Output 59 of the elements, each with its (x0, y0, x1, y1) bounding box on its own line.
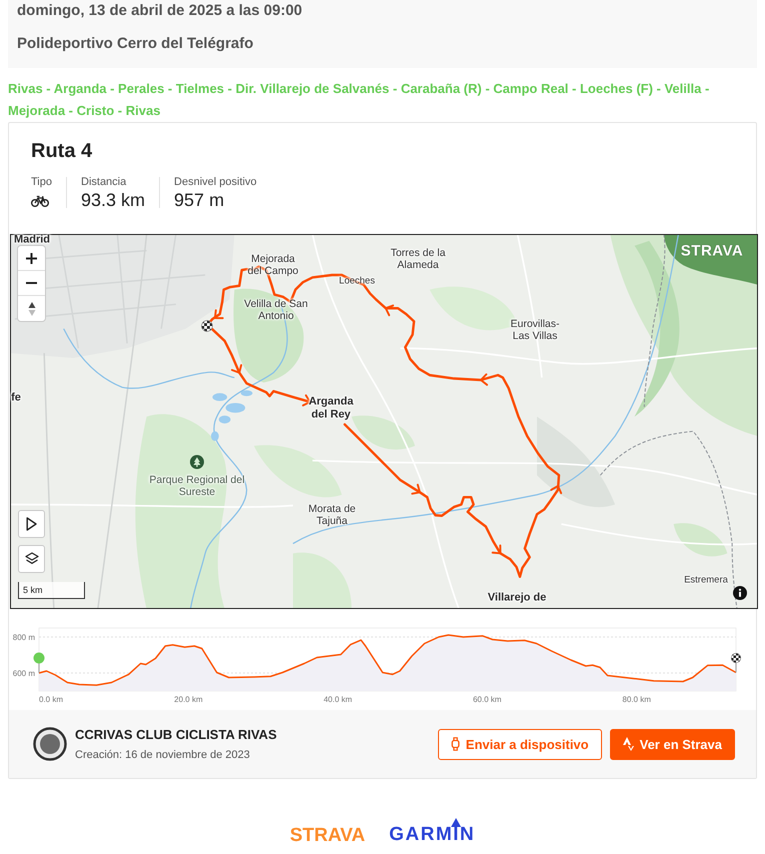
place-label: Torres de la Alameda (390, 246, 446, 272)
plus-icon (26, 252, 37, 264)
axis-label: 40.0 km (324, 695, 352, 704)
axis-label: 600 m (12, 669, 35, 678)
axis-label: 60.0 km (473, 695, 502, 704)
route-title: Ruta 4 (31, 139, 94, 163)
stat-value: 957 m (174, 189, 226, 211)
lake (218, 416, 231, 424)
layers-button[interactable] (18, 545, 45, 573)
place-label: Madrid (14, 234, 50, 246)
compass-button[interactable] (18, 296, 45, 321)
map-logo: STRAVA (680, 244, 744, 258)
strava-logo: STRAVA (290, 825, 366, 847)
stat-label: Desnivel positivo (174, 175, 257, 189)
start-marker-icon (34, 652, 44, 674)
stat-label: Tipo (31, 175, 52, 189)
zoom-in-button[interactable] (18, 246, 45, 271)
place-label: Estremera (684, 576, 728, 586)
tree-icon (190, 455, 204, 469)
axis-label: 20.0 km (174, 695, 203, 704)
play-icon (26, 517, 37, 531)
lake (212, 393, 228, 401)
bicycle-icon (31, 195, 49, 207)
stat-label: Distancia (81, 175, 128, 189)
place-label: Villarejo de (488, 592, 546, 604)
compass-icon (28, 300, 36, 316)
triangle-icon (451, 818, 462, 827)
place-label: Morata de Tajuña (307, 502, 357, 528)
route-description: Rivas - Arganda - Perales - Tielmes - Dir. Villarejo de Salvanés - Carabaña (R) - Campo Real - Loeches (F) - Velilla - Mejorada - Cristo - Rivas (8, 80, 710, 120)
play-button[interactable] (18, 510, 45, 538)
place-label: Velilla de San Antonio (243, 298, 309, 322)
finish-marker-icon (731, 653, 741, 673)
park-label: Parque Regional del Sureste (149, 474, 245, 498)
creation-date: Creación: 16 de noviembre de 2023 (75, 748, 251, 762)
minus-icon (26, 282, 37, 284)
axis-label: 0.0 km (39, 695, 64, 704)
map-scale: 5 km (18, 582, 85, 599)
event-datetime: domingo, 13 de abril de 2025 a las 09:00 (17, 2, 304, 20)
place-label: Arganda del Rey (308, 395, 354, 421)
garmin-logo: GARMIN (389, 824, 476, 845)
view-on-strava-button[interactable]: Ver en Strava (610, 728, 735, 760)
lake (240, 390, 252, 396)
place-label: fe (11, 392, 21, 404)
zoom-out-button[interactable] (18, 271, 45, 296)
info-icon[interactable] (733, 586, 747, 600)
chevrons-icon (622, 737, 634, 751)
layers-icon (24, 552, 38, 566)
club-name: CCRIVAS CLUB CICLISTA RIVAS (75, 726, 277, 742)
axis-label: 800 m (12, 633, 35, 642)
watch-icon (450, 737, 460, 751)
axis-label: 80.0 km (622, 695, 651, 704)
event-location: Polideportivo Cerro del Telégrafo (17, 35, 254, 53)
stat-value: 93.3 km (81, 189, 146, 211)
place-label: Eurovillas-Las Villas (509, 318, 560, 342)
lake (226, 402, 246, 413)
club-avatar-icon (33, 727, 67, 761)
lake (211, 431, 219, 442)
checkered-marker-icon (201, 320, 213, 332)
send-to-device-button[interactable]: Enviar a dispositivo (438, 728, 602, 760)
